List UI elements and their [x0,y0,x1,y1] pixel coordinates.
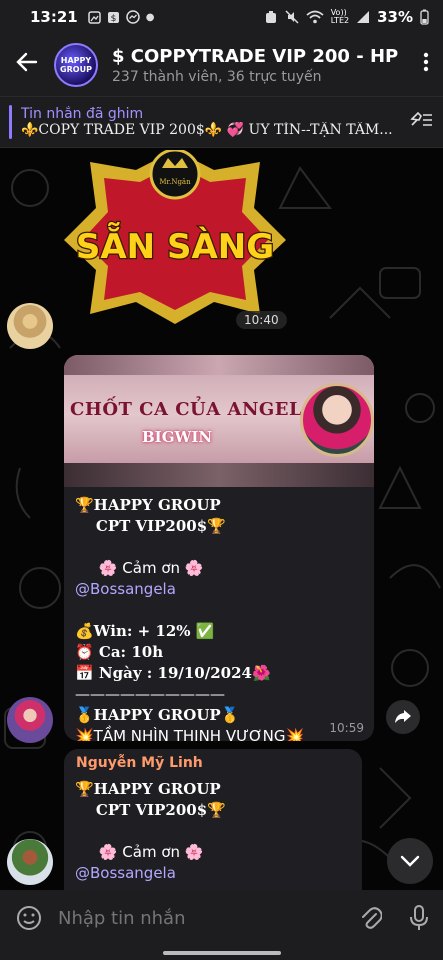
message-line: 💥TẦM NHÌN THỊNH VƯỢNG💥 [75,727,305,741]
message-image[interactable]: CHỐT CA CỦA ANGELA BIGWIN [64,355,374,487]
emoji-button[interactable] [0,905,58,931]
group-avatar-text: HAPPY [60,56,92,65]
pinned-message-bar[interactable]: Tin nhắn đã ghim ⚜️COPY TRADE VIP 200$⚜️… [0,96,443,148]
message-text-1: 🏆HAPPY GROUP CPT VIP200$🏆 🌸 Cảm ơn 🌸 @Bo… [64,487,374,741]
signal-icon [357,11,370,23]
status-right: Vo)) LTE2 33% [264,8,429,26]
mute-icon [285,10,299,24]
message-list[interactable]: Mr.Ngân SẴN SÀNG 10:40 CHỐT CA CỦA ANGEL… [0,148,443,890]
banner-title: CHỐT CA CỦA ANGELA [70,399,317,420]
sticker-timestamp: 10:40 [236,311,287,329]
message-input-bar [0,890,443,946]
message-line: ⏰ Ca: 10h [75,643,164,661]
smiley-icon [17,906,41,930]
mention-link[interactable]: @Bossangela [75,863,352,884]
more-menu-button[interactable] [409,52,443,78]
message-bubble-1[interactable]: CHỐT CA CỦA ANGELA BIGWIN 🏆HAPPY GROUP C… [64,355,374,741]
status-bar: 13:21 $ ● Vo)) LTE2 33% [0,0,443,34]
voice-message-button[interactable] [395,905,443,931]
sticker-text: SẴN SÀNG [76,222,274,267]
scroll-down-button[interactable] [387,838,433,884]
wifi-icon [306,10,324,24]
dot-icon: ● [145,11,155,23]
system-nav-bar [0,946,443,960]
message-input[interactable] [58,907,347,929]
pinned-text: Tin nhắn đã ghim ⚜️COPY TRADE VIP 200$⚜️… [21,106,399,138]
notification-icons: $ ● [88,10,155,24]
message-line: 🌸 Cảm ơn 🌸 [75,843,204,861]
message-line: 🏆HAPPY GROUP [75,496,221,514]
alarm-icon [265,11,276,23]
arrow-left-icon [16,52,38,72]
messenger-icon [126,10,140,24]
network-label: Vo)) LTE2 [330,8,350,25]
battery-percent: 33% [377,8,413,26]
attach-button[interactable] [347,905,395,931]
message-text-2: 🏆HAPPY GROUP CPT VIP200$🏆 🌸 Cảm ơn 🌸 @Bo… [64,771,362,884]
banner-portrait [300,383,374,457]
banner-frame-top [64,355,374,375]
forward-button[interactable] [386,700,420,734]
battery-icon [420,9,429,25]
message-line: CPT VIP200$🏆 [75,517,226,535]
mention-link[interactable]: @Bossangela [75,579,364,600]
chat-title: $ COPPYTRADE VIP 200 - HP [112,45,399,67]
home-indicator[interactable] [163,951,281,955]
pinned-indicator [9,105,12,139]
svg-text:$: $ [110,14,116,24]
chat-header: HAPPY GROUP $ COPPYTRADE VIP 200 - HP 23… [0,34,443,96]
message-line: 📅 Ngày : 19/10/2024🌺 [75,664,271,682]
pinned-message-text: ⚜️COPY TRADE VIP 200$⚜️ 💞 UY TÍN--TẬN TÂ… [21,122,393,138]
image-notification-icon [88,10,101,24]
group-avatar[interactable]: HAPPY GROUP [54,43,98,87]
chevron-down-icon [400,855,420,867]
microphone-icon [410,905,428,930]
sender-avatar-2[interactable] [7,697,53,743]
ready-sticker[interactable]: Mr.Ngân SẴN SÀNG [64,150,286,324]
message-line: 🏆HAPPY GROUP [75,780,221,798]
member-count: 237 thành viên, 36 trực tuyến [112,68,322,85]
banner-frame-bottom [64,463,374,487]
more-vertical-icon [423,52,429,72]
back-button[interactable] [0,50,54,80]
unpin-button[interactable] [399,110,443,135]
message-line: —————————— [75,685,225,703]
banner-subtitle: BIGWIN [142,428,213,446]
share-arrow-icon [395,710,411,723]
group-avatar-text-2: GROUP [60,65,92,74]
message-timestamp: 10:59 [329,721,364,735]
chat-title-block[interactable]: $ COPPYTRADE VIP 200 - HP 237 thành viên… [112,46,409,85]
pinned-label: Tin nhắn đã ghim [21,106,144,122]
message-line: 🌸 Cảm ơn 🌸 [75,559,204,577]
status-time: 13:21 [30,8,78,26]
message-line: 💰Win: + 12% ✅ [75,622,215,640]
sender-avatar-3[interactable] [7,839,53,885]
sender-avatar-1[interactable] [7,303,53,349]
message-line: CPT VIP200$🏆 [75,801,226,819]
paperclip-icon [362,907,382,929]
message-line: 🥇HAPPY GROUP🥇 [75,706,240,724]
pin-list-icon [410,111,432,126]
dollar-notification-icon: $ [107,11,119,24]
message-bubble-2[interactable]: Nguyễn Mỹ Linh 🏆HAPPY GROUP CPT VIP200$🏆… [64,749,362,890]
sticker-sign: Mr.Ngân [159,178,191,186]
sender-name[interactable]: Nguyễn Mỹ Linh [64,749,362,771]
